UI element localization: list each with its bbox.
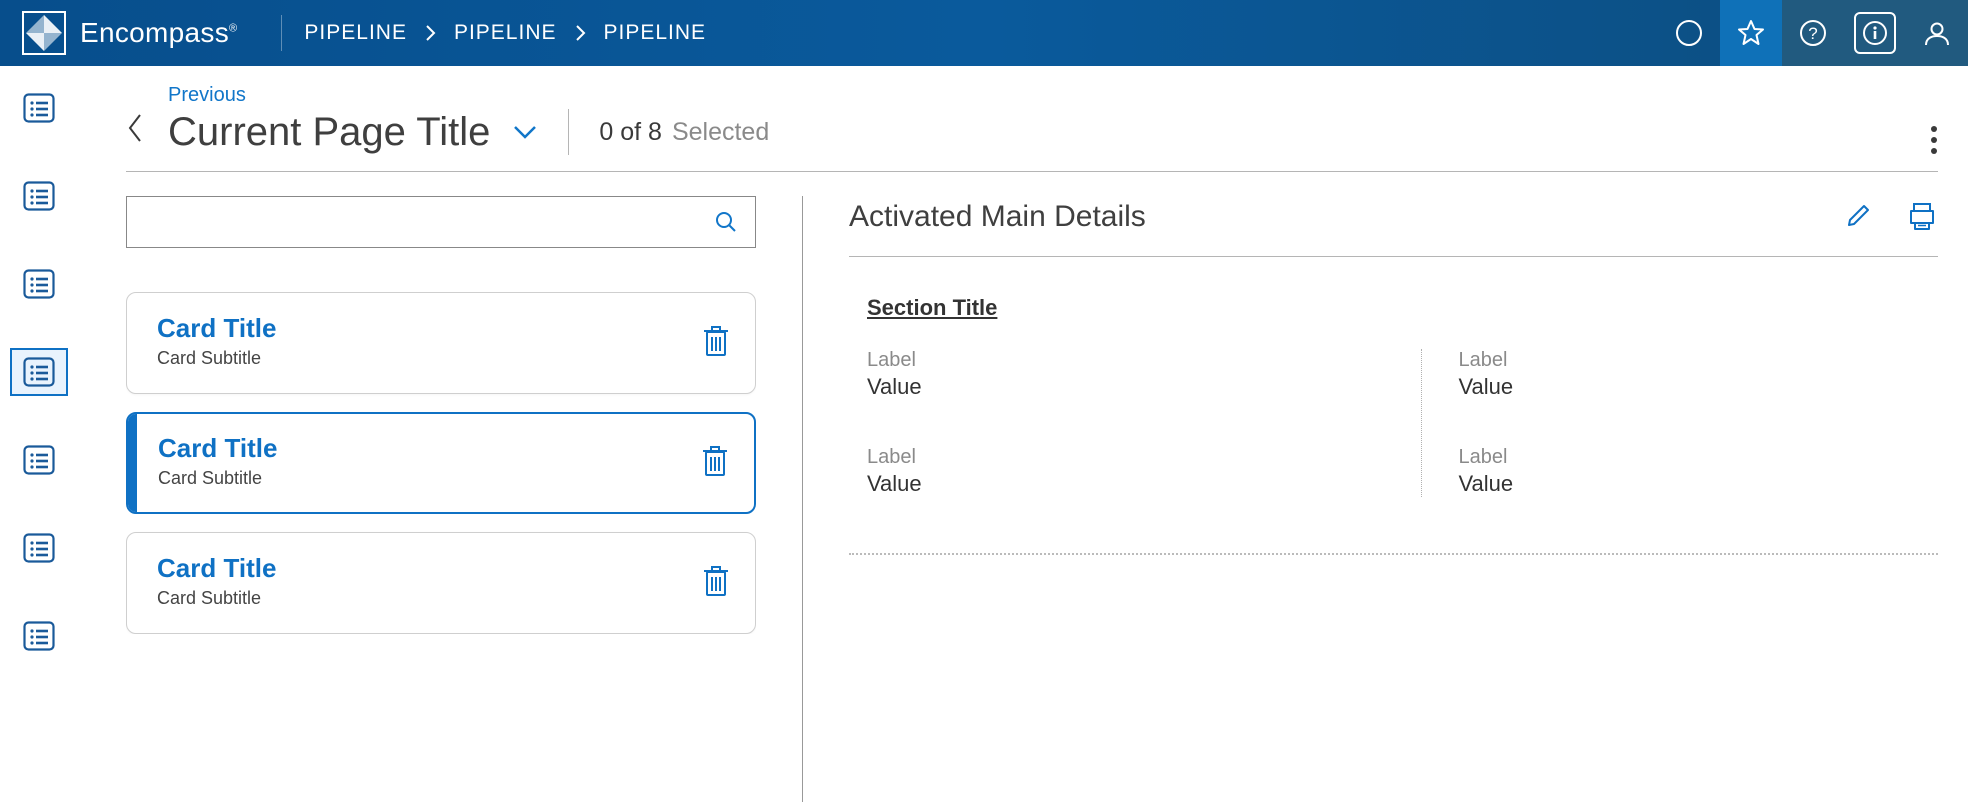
card-item[interactable]: Card Title Card Subtitle <box>126 412 756 514</box>
left-sidebar <box>0 66 78 802</box>
header-divider <box>126 171 1938 172</box>
breadcrumb-item[interactable]: PIPELINE <box>454 21 557 45</box>
field-value: Value <box>867 471 1403 497</box>
search-icon <box>715 211 737 233</box>
brand-logo-icon <box>22 11 66 55</box>
selection-count: 0 of 8Selected <box>599 118 769 147</box>
chevron-right-icon <box>425 24 436 42</box>
page-title: Current Page Title <box>168 110 490 155</box>
field-value: Value <box>1459 471 1939 497</box>
card-subtitle: Card Subtitle <box>158 468 700 489</box>
nav-divider <box>281 15 282 51</box>
field-column-divider <box>1421 349 1422 497</box>
edit-icon[interactable] <box>1844 202 1872 232</box>
user-icon-button[interactable] <box>1906 0 1968 66</box>
field-value: Value <box>1459 374 1939 400</box>
svg-text:?: ? <box>1808 24 1817 43</box>
circle-icon-button[interactable] <box>1658 0 1720 66</box>
card-item[interactable]: Card Title Card Subtitle <box>126 292 756 394</box>
divider <box>568 109 569 155</box>
search-input[interactable] <box>126 196 756 248</box>
field-label: Label <box>1459 349 1939 372</box>
sidebar-item-1[interactable] <box>10 84 68 132</box>
sidebar-item-2[interactable] <box>10 172 68 220</box>
sidebar-item-6[interactable] <box>10 524 68 572</box>
detail-field: LabelValue <box>1403 349 1939 400</box>
print-icon[interactable] <box>1906 202 1938 232</box>
card-title: Card Title <box>157 553 701 584</box>
field-value: Value <box>867 374 1403 400</box>
chevron-down-icon[interactable] <box>512 124 538 140</box>
breadcrumb-item[interactable]: PIPELINE <box>304 21 407 45</box>
column-divider <box>802 196 803 802</box>
field-label: Label <box>867 446 1403 469</box>
detail-field: LabelValue <box>1403 446 1939 497</box>
details-divider <box>849 256 1938 257</box>
breadcrumb: PIPELINE PIPELINE PIPELINE <box>304 21 706 45</box>
details-title: Activated Main Details <box>849 200 1146 234</box>
card-column: Card Title Card Subtitle Card Title Card Su… <box>126 196 756 802</box>
trash-icon[interactable] <box>701 563 731 599</box>
detail-field: LabelValue <box>867 349 1403 400</box>
main-area: Previous Current Page Title 0 of 8Select… <box>78 66 1968 802</box>
chevron-right-icon <box>575 24 586 42</box>
selection-label: Selected <box>672 118 769 146</box>
card-subtitle: Card Subtitle <box>157 348 701 369</box>
sidebar-item-7[interactable] <box>10 612 68 660</box>
trash-icon[interactable] <box>701 323 731 359</box>
field-label: Label <box>1459 446 1939 469</box>
trash-icon[interactable] <box>700 443 730 479</box>
card-item[interactable]: Card Title Card Subtitle <box>126 532 756 634</box>
detail-field: LabelValue <box>867 446 1403 497</box>
star-icon-button[interactable] <box>1720 0 1782 66</box>
card-title: Card Title <box>158 433 700 464</box>
help-icon-button[interactable]: ? <box>1782 0 1844 66</box>
field-label: Label <box>867 349 1403 372</box>
breadcrumb-item[interactable]: PIPELINE <box>604 21 707 45</box>
top-navbar: Encompass® PIPELINE PIPELINE PIPELINE ? <box>0 0 1968 66</box>
info-icon-button[interactable] <box>1844 0 1906 66</box>
back-arrow-icon[interactable] <box>126 111 144 145</box>
sidebar-item-4[interactable] <box>10 348 68 396</box>
sidebar-item-5[interactable] <box>10 436 68 484</box>
nav-icons: ? <box>1658 0 1968 66</box>
brand[interactable]: Encompass® <box>0 11 259 55</box>
section-title: Section Title <box>867 295 1938 321</box>
card-subtitle: Card Subtitle <box>157 588 701 609</box>
card-title: Card Title <box>157 313 701 344</box>
details-panel: Activated Main Details Section Title Lab… <box>849 196 1938 802</box>
more-vert-icon[interactable] <box>1930 125 1938 155</box>
selection-bar <box>128 414 137 512</box>
section-bottom-divider <box>849 553 1938 555</box>
sidebar-item-3[interactable] <box>10 260 68 308</box>
previous-link[interactable]: Previous <box>168 84 769 107</box>
brand-name: Encompass® <box>80 17 237 49</box>
